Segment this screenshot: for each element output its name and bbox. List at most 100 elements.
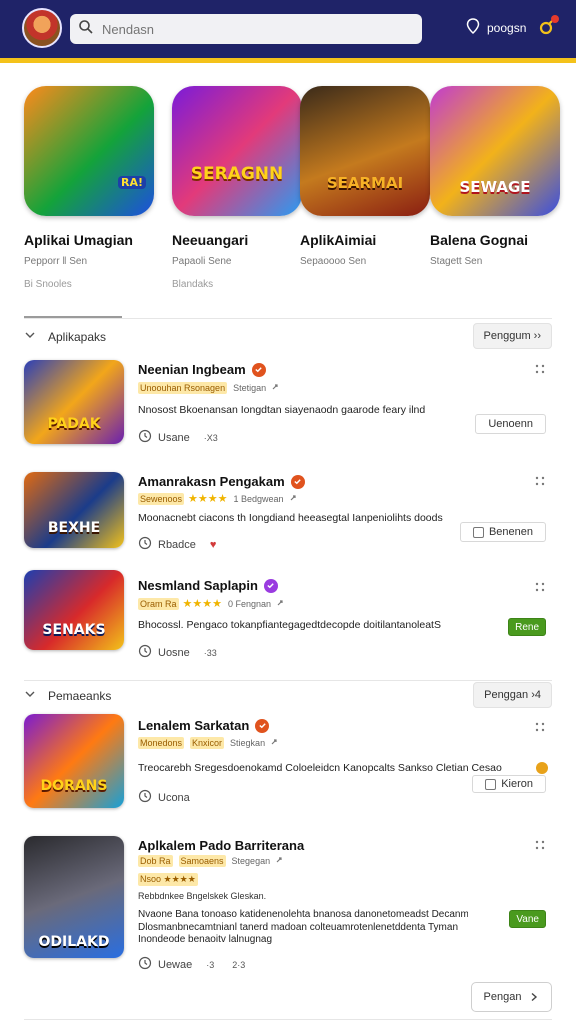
app-action-button[interactable]: Uenoenn bbox=[475, 414, 546, 434]
app-meta-text: Stiegkan bbox=[230, 738, 266, 748]
app-action-button[interactable]: Benenen bbox=[459, 522, 546, 542]
app-footer-label: Uosne bbox=[158, 646, 190, 659]
checkbox[interactable] bbox=[485, 778, 497, 790]
more-options-icon[interactable] bbox=[534, 474, 548, 488]
top-account-label[interactable]: poogsn bbox=[487, 21, 526, 35]
section-more-button[interactable]: Penggum ›› bbox=[472, 323, 552, 349]
link-icon bbox=[270, 855, 284, 867]
heart-icon[interactable]: ♥ bbox=[210, 539, 217, 551]
active-tab-underline bbox=[24, 316, 122, 318]
app-description: Moonacnebt ciacons th Iongdiand heeasegt… bbox=[138, 512, 443, 524]
app-footer: Ucona bbox=[138, 789, 190, 806]
featured-app-image[interactable]: SERAGNN bbox=[172, 86, 302, 216]
app-footer: Uewae ·3 2·3 bbox=[138, 956, 245, 973]
top-bar: poogsn bbox=[0, 0, 576, 58]
search-input[interactable] bbox=[102, 21, 402, 37]
app-description: Bhocossl. Pengaco tokanpfiantegagedtdeco… bbox=[138, 619, 441, 631]
featured-subtitle: Pepporr ‖ Sen bbox=[24, 256, 88, 267]
featured-art-label: SEARMAI bbox=[326, 174, 404, 192]
app-action-button[interactable]: Rene bbox=[508, 618, 546, 636]
app-description: Nnosost Bkoenansan Iongdtan siayenaodn g… bbox=[138, 404, 426, 416]
clock-icon bbox=[138, 429, 152, 446]
divider bbox=[24, 1019, 552, 1020]
app-icon-image[interactable]: ODILAKD bbox=[24, 836, 124, 958]
featured-app-image[interactable]: SEWAGE bbox=[430, 86, 560, 216]
app-tag: Sewenoos bbox=[138, 492, 185, 505]
featured-title: Neeuangari bbox=[172, 232, 249, 248]
app-meta-text: Stegegan bbox=[231, 856, 271, 866]
app-icon-image[interactable]: DORANS bbox=[24, 714, 124, 808]
app-title-line: Lenalem Sarkatan bbox=[138, 718, 270, 733]
app-footer-label: Usane bbox=[158, 431, 190, 444]
app-art-label: SENAKS bbox=[42, 622, 106, 638]
featured-meta: Blandaks bbox=[172, 279, 214, 290]
app-title-line: Aplkalem Pado Barriterana bbox=[138, 838, 304, 853]
app-title-line: Neenian Ingbeam bbox=[138, 362, 266, 377]
featured-card[interactable]: SEWAGE Balena Gognai Stagett Sen bbox=[430, 86, 562, 279]
app-art-label: ODILAKD bbox=[38, 934, 110, 950]
app-meta: Dob Ra Samoaens Stegegan bbox=[138, 855, 284, 867]
app-subline: Rebbdnkee Bngelskek Gleskan. bbox=[138, 891, 267, 901]
top-right-controls: poogsn bbox=[464, 15, 560, 40]
divider bbox=[24, 318, 552, 319]
checkbox[interactable] bbox=[472, 526, 484, 538]
app-footer: Uosne ·33 bbox=[138, 644, 217, 661]
app-name: Lenalem Sarkatan bbox=[138, 718, 250, 733]
app-meta: Unoouhan Rsonagen Stetigan bbox=[138, 382, 280, 394]
app-icon-image[interactable]: PADAK bbox=[24, 360, 124, 444]
app-name: Nesmland Saplapin bbox=[138, 578, 258, 593]
section-title: Pemaeanks bbox=[48, 689, 112, 703]
app-footer: Usane ·X3 bbox=[138, 429, 218, 446]
app-footer-extra-2: 2·3 bbox=[232, 959, 246, 970]
more-options-icon[interactable] bbox=[534, 362, 548, 376]
section-more-button[interactable]: Penggan ›4 bbox=[473, 682, 552, 708]
app-meta: Monedons Knxicor Stiegkan bbox=[138, 737, 279, 749]
featured-title: Balena Gognai bbox=[430, 232, 529, 248]
chevron-right-icon bbox=[532, 992, 538, 1002]
featured-app-image[interactable]: SEARMAI bbox=[300, 86, 430, 216]
list-item[interactable]: BEXHE Amanrakasn Pengakam Sewenoos ★★★★ … bbox=[24, 472, 552, 562]
rating-stars: ★★★★ bbox=[182, 598, 222, 610]
avatar[interactable] bbox=[22, 8, 62, 48]
app-icon-image[interactable]: SENAKS bbox=[24, 570, 124, 650]
list-item[interactable]: ODILAKD Aplkalem Pado Barriterana Dob Ra… bbox=[24, 836, 552, 971]
load-more-button[interactable]: Pengan bbox=[471, 982, 552, 1012]
more-options-icon[interactable] bbox=[534, 720, 548, 734]
list-item[interactable]: SENAKS Nesmland Saplapin Oram Ra ★★★★ 0 … bbox=[24, 570, 552, 660]
app-footer-label: Ucona bbox=[158, 791, 190, 804]
app-art-label: PADAK bbox=[47, 416, 101, 432]
notification-bell-icon[interactable] bbox=[536, 15, 560, 39]
featured-card[interactable]: SERAGNN Neeuangari Papaoli Sene Blandaks bbox=[172, 86, 304, 290]
featured-subtitle: Stagett Sen bbox=[430, 256, 483, 267]
search-bar[interactable] bbox=[70, 14, 422, 44]
app-title-line: Amanrakasn Pengakam bbox=[138, 474, 305, 489]
app-icon-image[interactable]: BEXHE bbox=[24, 472, 124, 548]
app-action-button[interactable]: Kieron bbox=[472, 775, 546, 793]
location-pin-icon[interactable] bbox=[464, 17, 482, 40]
more-options-icon[interactable] bbox=[534, 838, 548, 852]
app-footer-label: Uewae bbox=[158, 958, 193, 971]
app-tag: Oram Ra bbox=[138, 597, 179, 610]
app-description: Nvaone Bana tonoaso katidenenolehta bnan… bbox=[138, 909, 468, 920]
more-options-icon[interactable] bbox=[534, 580, 548, 594]
featured-subtitle: Sepaoooo Sen bbox=[300, 256, 367, 267]
link-icon bbox=[265, 737, 279, 749]
section-title: Aplikapaks bbox=[48, 330, 107, 344]
featured-app-image[interactable]: RA! bbox=[24, 86, 154, 216]
app-meta-text: Stetigan bbox=[233, 383, 267, 393]
app-tag: Unoouhan Rsonagen bbox=[138, 382, 228, 394]
list-item[interactable]: PADAK Neenian Ingbeam Unoouhan Rsonagen … bbox=[24, 360, 552, 450]
app-tag: Monedons bbox=[138, 737, 185, 749]
app-action-button[interactable]: Vane bbox=[509, 910, 546, 928]
app-title-line: Nesmland Saplapin bbox=[138, 578, 278, 593]
featured-card[interactable]: RA! Aplikai Umagian Pepporr ‖ Sen Bi Sno… bbox=[24, 86, 156, 290]
clock-icon bbox=[138, 644, 152, 661]
app-tag: Dob Ra bbox=[138, 855, 173, 867]
featured-meta: Bi Snooles bbox=[24, 279, 72, 290]
chevron-down-icon[interactable] bbox=[24, 328, 36, 346]
chevron-down-icon[interactable] bbox=[24, 687, 36, 705]
app-description-line3: Inondeode benaoitv lalnugnag bbox=[138, 934, 273, 945]
list-item[interactable]: DORANS Lenalem Sarkatan Monedons Knxicor… bbox=[24, 714, 552, 810]
featured-card[interactable]: SEARMAI AplikAimiai Sepaoooo Sen bbox=[300, 86, 432, 279]
app-footer-label: Rbadce bbox=[158, 538, 196, 551]
